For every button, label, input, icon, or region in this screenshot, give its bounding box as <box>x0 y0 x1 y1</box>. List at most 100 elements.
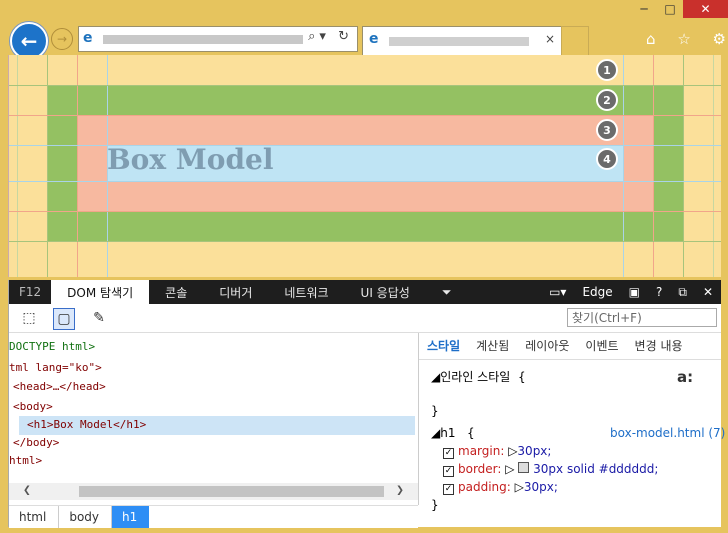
breadcrumb-body[interactable]: body <box>59 506 113 528</box>
window-controls: ─ □ ✕ <box>631 0 728 22</box>
find-input[interactable]: 찾기(Ctrl+F) <box>567 308 717 327</box>
settings-gear-icon[interactable]: ⚙ <box>713 30 726 50</box>
guide-line <box>713 55 714 277</box>
scroll-thumb[interactable] <box>79 486 384 497</box>
emulation-mode[interactable]: Edge <box>574 285 620 299</box>
checkbox-icon[interactable]: ✓ <box>443 484 454 495</box>
content-marker: 4 <box>596 148 618 170</box>
close-devtools-icon[interactable]: ✕ <box>695 285 721 299</box>
guide-line <box>47 55 48 277</box>
browser-toolbar-icons: ⌂ ☆ ⚙ <box>646 30 726 50</box>
tab-network[interactable]: 네트워크 <box>268 280 344 304</box>
dom-node-body-close[interactable]: </body> <box>13 434 59 452</box>
checkbox-icon[interactable]: ✓ <box>443 466 454 477</box>
styles-pane: 스타일 계산됨 레이아웃 이벤트 변경 내용 ◢인라인 스타일 { a: } ◢… <box>419 333 725 527</box>
dom-node-doctype[interactable]: DOCTYPE html> <box>9 338 95 356</box>
prop-border[interactable]: ✓ border: ▷ 30px solid #dddddd; <box>443 461 658 477</box>
scroll-left-icon[interactable]: ❮ <box>23 483 31 498</box>
tab-events[interactable]: 이벤트 <box>577 333 626 359</box>
prop-padding[interactable]: ✓ padding: ▷30px; <box>443 479 558 495</box>
forward-button[interactable]: → <box>51 28 73 50</box>
dom-node-html[interactable]: tml lang="ko"> <box>9 359 102 377</box>
page-viewport: Box Model 1 2 3 4 <box>8 55 721 277</box>
guide-line <box>9 241 721 242</box>
favorites-star-icon[interactable]: ☆ <box>677 30 690 50</box>
minimize-button[interactable]: ─ <box>631 0 657 18</box>
developer-tools: F12 DOM 탐색기 콘솔 디버거 네트워크 UI 응답성 ⏷ ▭▾ Edge… <box>8 280 725 528</box>
new-tab-button[interactable] <box>561 26 589 56</box>
guide-line <box>77 55 78 277</box>
dom-tree-pane: DOCTYPE html> tml lang="ko"> <head>…</he… <box>9 333 419 505</box>
prop-name: margin: <box>458 444 505 458</box>
devtools-right-controls: ▭▾ Edge ▣ ? ⧉ ✕ <box>541 280 721 304</box>
prop-name: border: <box>458 462 502 476</box>
select-element-icon[interactable]: ⬚ <box>19 308 39 328</box>
horizontal-scrollbar[interactable]: ❮ ❯ <box>9 483 418 500</box>
style-tabs: 스타일 계산됨 레이아웃 이벤트 변경 내용 <box>419 333 721 360</box>
guide-line <box>9 85 721 86</box>
emulation-icon[interactable]: ▭▾ <box>541 285 574 299</box>
guide-line <box>653 55 654 277</box>
rule-source-link[interactable]: box-model.html (7) <box>610 425 725 441</box>
dom-node-h1[interactable]: <h1>Box Model</h1> <box>27 416 146 434</box>
home-icon[interactable]: ⌂ <box>646 30 656 50</box>
highlight-box-icon[interactable]: ▢ <box>53 308 75 330</box>
address-tools-icon[interactable]: ⌕▾ ↻ <box>308 29 353 44</box>
tab-ui-responsiveness[interactable]: UI 응답성 <box>345 280 426 304</box>
inline-brace-open: { <box>517 370 526 384</box>
tab-f12[interactable]: F12 <box>9 280 51 304</box>
margin-marker: 1 <box>596 59 618 81</box>
border-marker: 2 <box>596 89 618 111</box>
tab-computed[interactable]: 계산됨 <box>468 333 517 359</box>
tab-layout[interactable]: 레이아웃 <box>517 333 577 359</box>
color-swatch[interactable] <box>518 462 530 473</box>
dom-node-html-close[interactable]: html> <box>9 452 42 470</box>
ie-logo-icon: e <box>83 30 93 46</box>
dom-toolbar: ⬚ ▢ ✎ 찾기(Ctrl+F) <box>9 304 721 333</box>
inline-brace-close: } <box>431 404 439 418</box>
inline-style-label: 인라인 스타일 <box>440 370 511 384</box>
guide-line <box>9 211 721 212</box>
guide-line <box>9 181 721 182</box>
scroll-right-icon[interactable]: ❯ <box>396 483 404 498</box>
breadcrumb: html body h1 <box>9 505 418 528</box>
rule-brace-close: } <box>431 498 439 512</box>
close-window-button[interactable]: ✕ <box>683 0 728 18</box>
checkbox-icon[interactable]: ✓ <box>443 448 454 459</box>
breadcrumb-h1[interactable]: h1 <box>112 506 150 528</box>
prop-value[interactable]: 30px; <box>517 444 551 458</box>
prop-name: padding: <box>458 480 511 494</box>
prop-value[interactable]: 30px solid #dddddd; <box>533 462 658 476</box>
breadcrumb-html[interactable]: html <box>9 506 60 528</box>
padding-marker: 3 <box>596 119 618 141</box>
inline-style-header[interactable]: ◢인라인 스타일 { <box>431 369 526 385</box>
dom-node-head[interactable]: <head>…</head> <box>13 378 106 396</box>
tab-changes[interactable]: 변경 내용 <box>627 333 691 359</box>
tab-dom-explorer[interactable]: DOM 탐색기 <box>51 280 150 304</box>
close-tab-icon[interactable]: × <box>545 32 555 46</box>
rule-selector: h1 <box>440 426 456 440</box>
ie-logo-icon: e <box>369 31 379 47</box>
tab-debugger[interactable]: 디버거 <box>203 280 268 304</box>
prop-value[interactable]: 30px; <box>524 480 558 494</box>
blurred-tab-title <box>389 37 529 46</box>
maximize-button[interactable]: □ <box>657 0 683 18</box>
undock-icon[interactable]: ⧉ <box>670 285 695 300</box>
color-picker-icon[interactable]: ✎ <box>89 308 109 328</box>
tab-styles[interactable]: 스타일 <box>419 333 468 359</box>
help-icon[interactable]: ? <box>648 285 670 299</box>
prop-margin[interactable]: ✓ margin: ▷30px; <box>443 443 551 459</box>
address-bar[interactable]: e ⌕▾ ↻ <box>78 26 358 52</box>
guide-line <box>623 55 624 277</box>
font-icon[interactable]: a: <box>677 369 693 385</box>
console-toggle-icon[interactable]: ▣ <box>621 285 648 299</box>
dom-node-body[interactable]: <body> <box>13 398 53 416</box>
browser-tab[interactable]: e × <box>362 26 562 55</box>
rule-h1-header[interactable]: ◢h1 { <box>431 425 475 441</box>
guide-line <box>683 55 684 277</box>
more-tabs-icon[interactable]: ⏷ <box>426 280 468 304</box>
guide-line <box>17 55 18 277</box>
blurred-url <box>103 35 303 44</box>
page-heading: Box Model <box>107 143 274 176</box>
tab-console[interactable]: 콘솔 <box>149 280 203 304</box>
